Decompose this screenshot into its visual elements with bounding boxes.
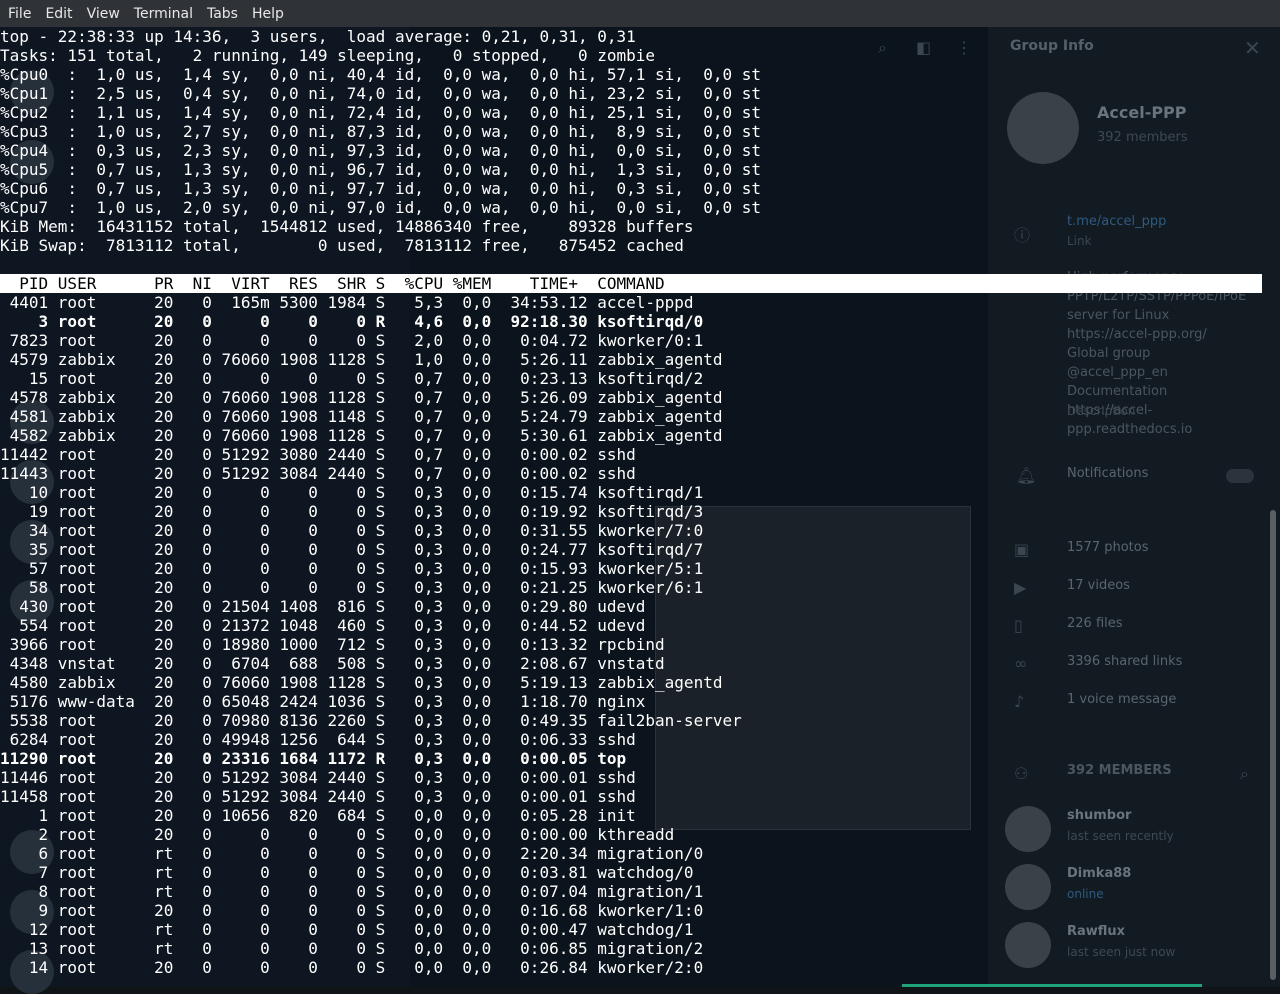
process-row: 4581 zabbix 20 0 76060 1908 1148 S 0,7 0… (0, 407, 723, 426)
process-row: 7 root rt 0 0 0 0 S 0,0 0,0 0:03.81 watc… (0, 863, 694, 882)
process-row: 6284 root 20 0 49948 1256 644 S 0,3 0,0 … (0, 730, 636, 749)
process-row: 3 root 20 0 0 0 0 R 4,6 0,0 92:18.30 kso… (0, 312, 704, 331)
process-row: 13 root rt 0 0 0 0 S 0,0 0,0 0:06.85 mig… (0, 939, 704, 958)
process-row: 57 root 20 0 0 0 0 S 0,3 0,0 0:15.93 kwo… (0, 559, 704, 578)
process-row: 15 root 20 0 0 0 0 S 0,7 0,0 0:23.13 kso… (0, 369, 704, 388)
process-row: 34 root 20 0 0 0 0 S 0,3 0,0 0:31.55 kwo… (0, 521, 704, 540)
process-row: 11458 root 20 0 51292 3084 2440 S 0,3 0,… (0, 787, 636, 806)
process-row: 9 root 20 0 0 0 0 S 0,0 0,0 0:16.68 kwor… (0, 901, 704, 920)
process-row: 11443 root 20 0 51292 3084 2440 S 0,7 0,… (0, 464, 636, 483)
process-row: 12 root rt 0 0 0 0 S 0,0 0,0 0:00.47 wat… (0, 920, 694, 939)
menubar: File Edit View Terminal Tabs Help (0, 0, 1280, 27)
top-summary-line: %Cpu5 : 0,7 us, 1,3 sy, 0,0 ni, 96,7 id,… (0, 160, 761, 179)
process-row: 11290 root 20 0 23316 1684 1172 R 0,3 0,… (0, 749, 627, 768)
top-summary-line: top - 22:38:33 up 14:36, 3 users, load a… (0, 27, 636, 46)
top-summary-line: %Cpu2 : 1,1 us, 1,4 sy, 0,0 ni, 72,4 id,… (0, 103, 761, 122)
process-row: 5538 root 20 0 70980 8136 2260 S 0,3 0,0… (0, 711, 742, 730)
menu-edit[interactable]: Edit (45, 6, 72, 22)
top-summary-line: %Cpu6 : 0,7 us, 1,3 sy, 0,0 ni, 97,7 id,… (0, 179, 761, 198)
process-row: 1 root 20 0 10656 820 684 S 0,0 0,0 0:05… (0, 806, 636, 825)
top-summary-line: %Cpu7 : 1,0 us, 2,0 sy, 0,0 ni, 97,0 id,… (0, 198, 761, 217)
process-row: 58 root 20 0 0 0 0 S 0,3 0,0 0:21.25 kwo… (0, 578, 704, 597)
menu-view[interactable]: View (87, 6, 120, 22)
process-row: 4580 zabbix 20 0 76060 1908 1128 S 0,3 0… (0, 673, 723, 692)
top-summary-line: KiB Mem: 16431152 total, 1544812 used, 1… (0, 217, 694, 236)
menu-terminal[interactable]: Terminal (134, 6, 193, 22)
process-row: 19 root 20 0 0 0 0 S 0,3 0,0 0:19.92 kso… (0, 502, 704, 521)
terminal-output[interactable]: top - 22:38:33 up 14:36, 3 users, load a… (0, 27, 1270, 987)
process-row: 7823 root 20 0 0 0 0 S 2,0 0,0 0:04.72 k… (0, 331, 704, 350)
scrollbar[interactable] (1270, 510, 1276, 980)
process-row: 6 root rt 0 0 0 0 S 0,0 0,0 2:20.34 migr… (0, 844, 704, 863)
process-row: 11442 root 20 0 51292 3080 2440 S 0,7 0,… (0, 445, 636, 464)
process-row: 4348 vnstat 20 0 6704 688 508 S 0,3 0,0 … (0, 654, 665, 673)
process-row: 4401 root 20 0 165m 5300 1984 S 5,3 0,0 … (0, 293, 694, 312)
process-row: 554 root 20 0 21372 1048 460 S 0,3 0,0 0… (0, 616, 646, 635)
process-row: 430 root 20 0 21504 1408 816 S 0,3 0,0 0… (0, 597, 646, 616)
top-summary-line: %Cpu1 : 2,5 us, 0,4 sy, 0,0 ni, 74,0 id,… (0, 84, 761, 103)
menu-file[interactable]: File (8, 6, 31, 22)
top-summary-line: %Cpu3 : 1,0 us, 2,7 sy, 0,0 ni, 87,3 id,… (0, 122, 761, 141)
process-row: 10 root 20 0 0 0 0 S 0,3 0,0 0:15.74 kso… (0, 483, 704, 502)
process-row: 4582 zabbix 20 0 76060 1908 1128 S 0,7 0… (0, 426, 723, 445)
process-row: 14 root 20 0 0 0 0 S 0,0 0,0 0:26.84 kwo… (0, 958, 704, 977)
top-summary-line: %Cpu4 : 0,3 us, 2,3 sy, 0,0 ni, 97,3 id,… (0, 141, 761, 160)
process-row: 11446 root 20 0 51292 3084 2440 S 0,3 0,… (0, 768, 636, 787)
top-summary-line: Tasks: 151 total, 2 running, 149 sleepin… (0, 46, 656, 65)
process-row: 3966 root 20 0 18980 1000 712 S 0,3 0,0 … (0, 635, 665, 654)
menu-help[interactable]: Help (252, 6, 284, 22)
process-row: 8 root rt 0 0 0 0 S 0,0 0,0 0:07.04 migr… (0, 882, 704, 901)
process-row: 2 root 20 0 0 0 0 S 0,0 0,0 0:00.00 kthr… (0, 825, 675, 844)
menu-tabs[interactable]: Tabs (207, 6, 238, 22)
top-summary-line: KiB Swap: 7813112 total, 0 used, 7813112… (0, 236, 684, 255)
process-row: 5176 www-data 20 0 65048 2424 1036 S 0,3… (0, 692, 646, 711)
process-row: 4578 zabbix 20 0 76060 1908 1128 S 0,7 0… (0, 388, 723, 407)
top-summary-line: %Cpu0 : 1,0 us, 1,4 sy, 0,0 ni, 40,4 id,… (0, 65, 761, 84)
process-table-header: PID USER PR NI VIRT RES SHR S %CPU %MEM … (0, 274, 1262, 293)
process-row: 35 root 20 0 0 0 0 S 0,3 0,0 0:24.77 kso… (0, 540, 704, 559)
process-row: 4579 zabbix 20 0 76060 1908 1128 S 1,0 0… (0, 350, 723, 369)
